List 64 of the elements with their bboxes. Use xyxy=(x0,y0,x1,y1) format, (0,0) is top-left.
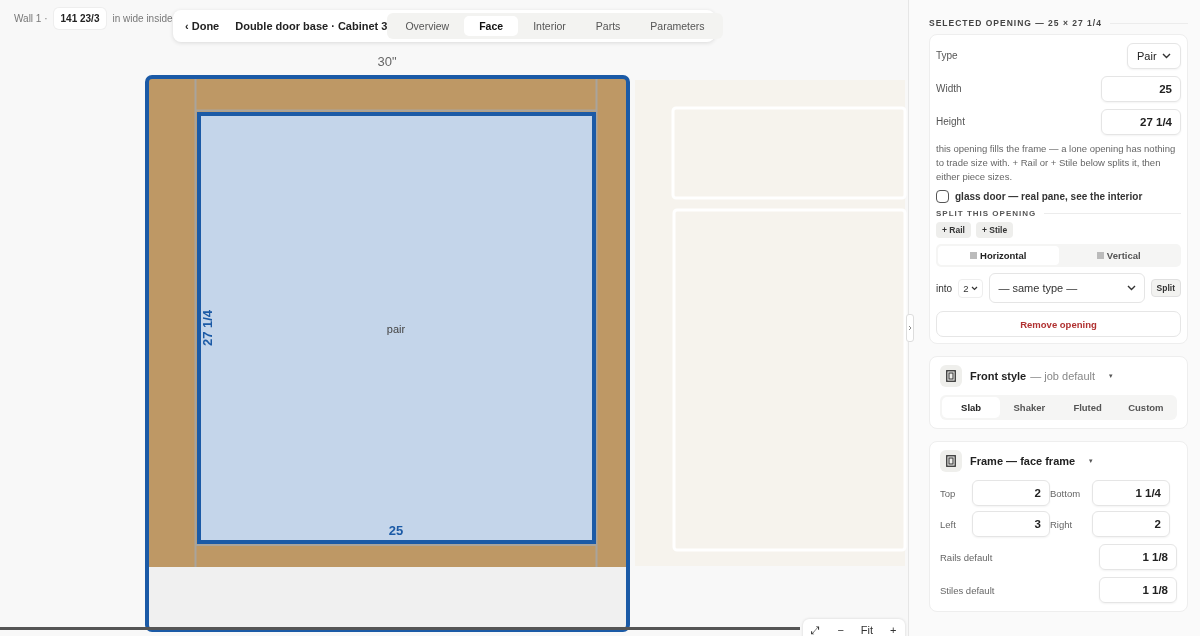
field-label: Top xyxy=(940,487,957,499)
style-option[interactable]: Slab xyxy=(942,397,1001,418)
card-title: Front style xyxy=(970,370,1027,382)
chevron-down-icon xyxy=(1126,285,1136,291)
orientation-option[interactable]: Vertical xyxy=(1058,246,1179,265)
number-field[interactable]: 2 xyxy=(1092,511,1170,537)
card-title: Frame — face frame xyxy=(970,455,1076,467)
door-icon xyxy=(940,365,962,387)
number-field[interactable]: 27 1/4 xyxy=(1101,108,1181,135)
scrollbar[interactable] xyxy=(0,627,800,630)
zoom-button[interactable]: ⤢ xyxy=(808,624,824,636)
view-tab[interactable]: Parts xyxy=(580,16,636,36)
opening-width: 25 xyxy=(388,523,404,538)
wall-width-field[interactable]: 141 23/3 xyxy=(53,8,107,29)
opening-label: pair xyxy=(386,323,406,335)
cabinet-title: Double door base · Cabinet 3 xyxy=(235,20,388,32)
view-tab[interactable]: Interior xyxy=(518,16,581,36)
type-select[interactable]: Pair xyxy=(1127,42,1181,69)
opening-panel[interactable] xyxy=(197,112,596,544)
field-label: Bottom xyxy=(1050,487,1082,499)
view-tab[interactable]: Parameters xyxy=(635,16,720,36)
glass-door-checkbox[interactable] xyxy=(936,190,949,203)
checkbox-label: glass door — real pane, see the interior xyxy=(955,191,1143,202)
number-field[interactable]: 1 1/8 xyxy=(1099,544,1177,570)
field-label: Type xyxy=(936,50,958,61)
section-heading: SELECTED OPENING — 25 × 27 1/4 xyxy=(929,18,1102,28)
add-button[interactable]: + Rail xyxy=(936,222,971,238)
zoom-button[interactable]: Fit xyxy=(857,624,877,636)
style-option[interactable]: Shaker xyxy=(1000,397,1059,418)
help-text: this opening fills the frame — a lone opening has nothing to trade size with. + Rail or + Stile below splits it, then either piece sizes. xyxy=(936,142,1177,184)
number-field[interactable]: 2 xyxy=(972,480,1050,506)
unit-note: in wide inside xyxy=(112,13,173,24)
remove-opening-button[interactable]: Remove opening xyxy=(936,311,1181,337)
width-dimension: 30" xyxy=(377,54,397,69)
split-button[interactable]: Split xyxy=(1150,279,1181,297)
style-option[interactable]: Custom xyxy=(1116,397,1175,418)
orientation-option[interactable]: Horizontal xyxy=(938,246,1059,265)
zoom-button[interactable]: + xyxy=(887,624,900,636)
view-tab[interactable]: Face xyxy=(464,16,519,36)
section-heading: SPLIT THIS OPENING xyxy=(936,209,1037,218)
view-tab[interactable]: Overview xyxy=(390,16,465,36)
number-field[interactable]: 25 xyxy=(1101,75,1181,102)
door-icon xyxy=(940,450,962,472)
wall-label: Wall 1 · xyxy=(14,13,48,24)
add-button[interactable]: + Stile xyxy=(975,222,1014,238)
field-label: Right xyxy=(1050,518,1074,530)
number-field[interactable]: 1 1/8 xyxy=(1099,577,1177,603)
field-label: Left xyxy=(940,518,957,530)
field-label: Height xyxy=(936,116,965,127)
type-select[interactable]: — same type — xyxy=(989,273,1145,303)
chevron-down-icon xyxy=(971,285,979,291)
field-label: Width xyxy=(936,83,962,94)
number-field[interactable]: 1 1/4 xyxy=(1092,480,1170,506)
chevron-down-icon xyxy=(1162,52,1171,59)
done-button[interactable]: ‹ Done xyxy=(183,20,226,32)
count-select[interactable]: 2 xyxy=(958,278,984,298)
into-label: into xyxy=(936,282,953,294)
card-note: — job default xyxy=(1030,370,1096,382)
style-option[interactable]: Fluted xyxy=(1058,397,1117,418)
field-label: Rails default xyxy=(940,551,993,563)
zoom-button[interactable]: − xyxy=(834,624,847,636)
field-label: Stiles default xyxy=(940,584,995,596)
opening-height: 27 1/4 xyxy=(200,309,215,347)
number-field[interactable]: 3 xyxy=(972,511,1050,537)
